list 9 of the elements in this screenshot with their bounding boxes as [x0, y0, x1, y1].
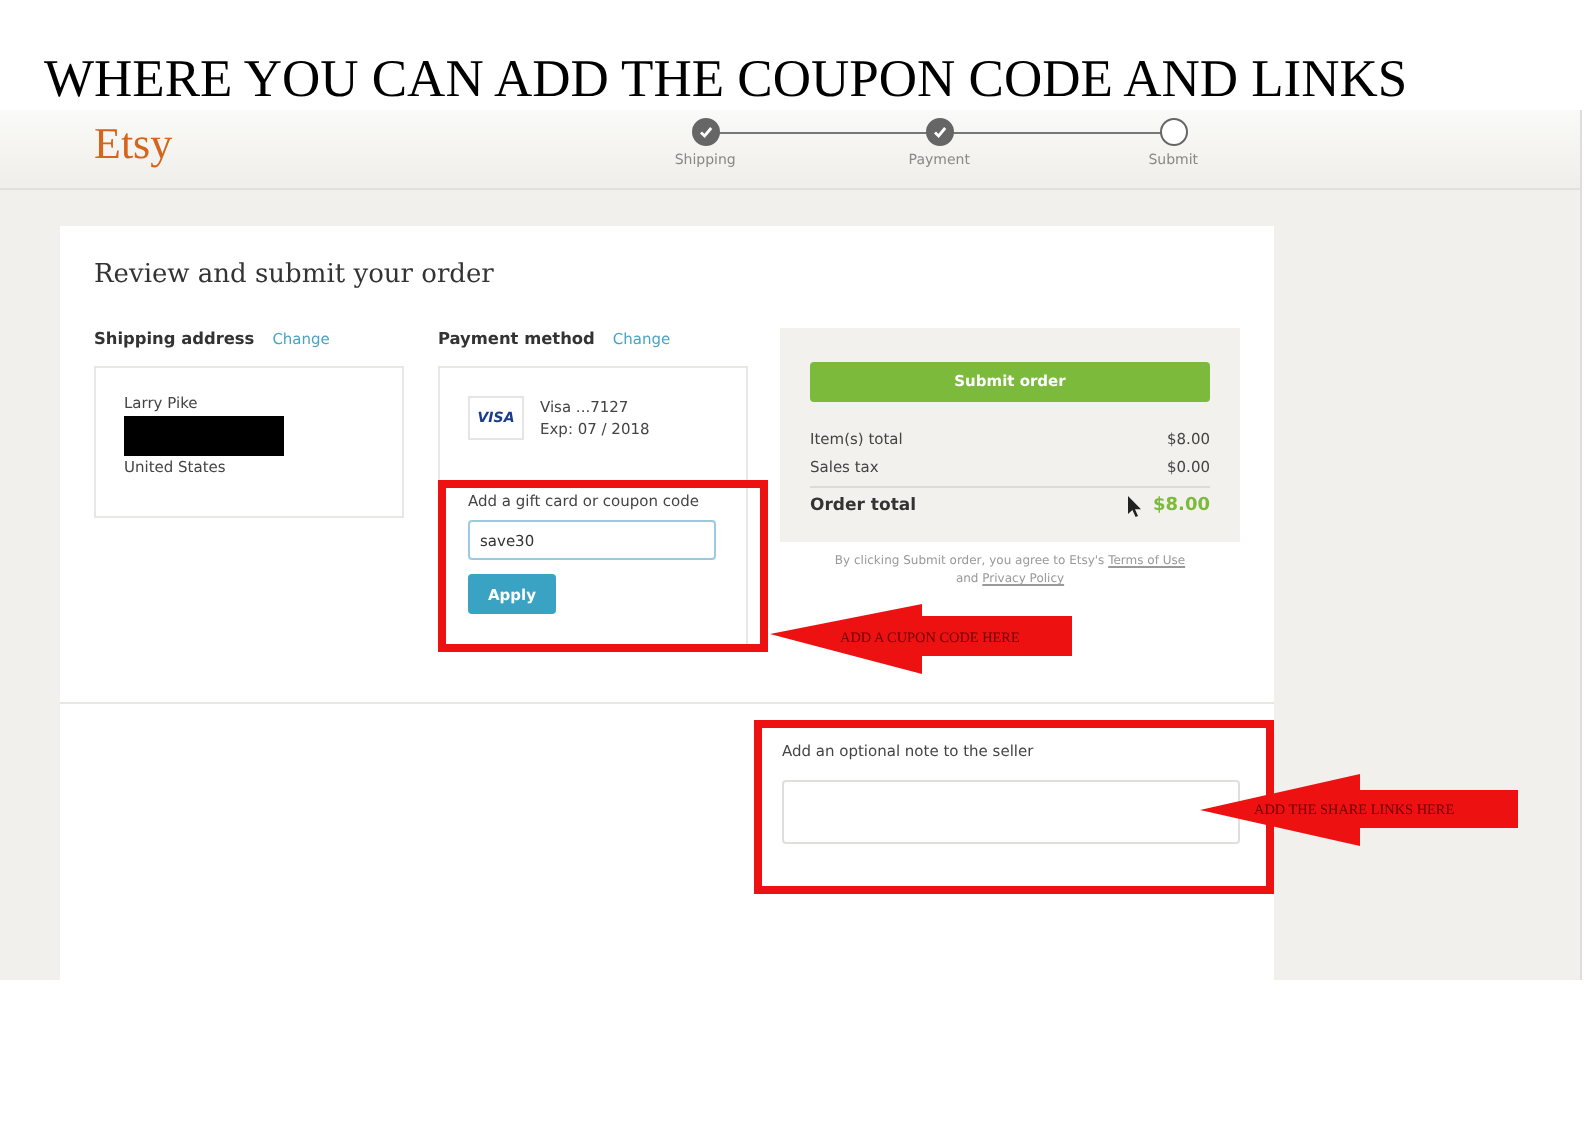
caption-text: WHERE YOU CAN ADD THE COUPON CODE AND LINKS [42, 46, 1410, 110]
total-label: Order total [810, 496, 919, 516]
note-field[interactable] [782, 780, 1240, 844]
cursor-icon [1127, 495, 1142, 517]
section-heading: Shipping address [94, 328, 255, 348]
page-title: Review and submit your order [94, 258, 496, 294]
section-heading: Payment method [438, 328, 595, 348]
etsy-logo[interactable]: Etsy [94, 116, 173, 172]
total-amount: $8.00 [1153, 496, 1210, 516]
